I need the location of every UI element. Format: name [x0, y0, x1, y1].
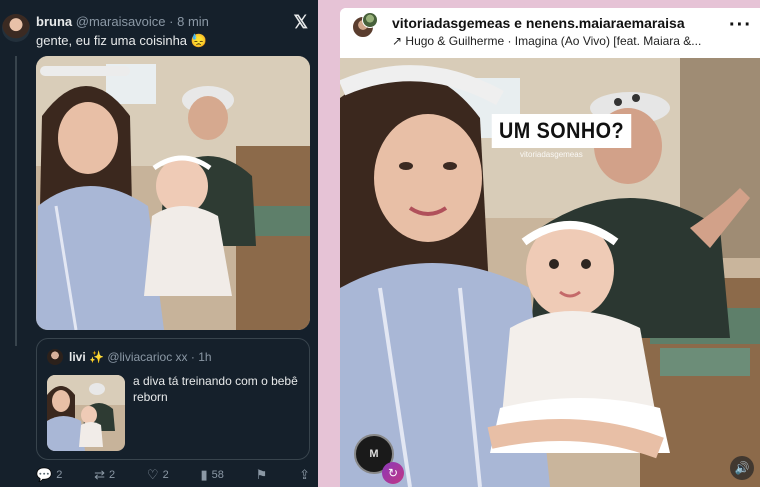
- watermark-text: vitoriadasgemeas: [520, 150, 583, 159]
- like-button[interactable]: ♡ 2: [147, 467, 169, 483]
- quote-thumbnail[interactable]: [47, 375, 125, 451]
- retweet-button[interactable]: ⇄ 2: [94, 467, 115, 483]
- share-icon: ⇪: [299, 467, 310, 482]
- quote-avatar[interactable]: [47, 349, 63, 365]
- remix-icon[interactable]: ↻: [382, 462, 404, 484]
- bookmark-button[interactable]: ⚑: [256, 467, 268, 483]
- question-sticker: UM SONHO?: [491, 114, 632, 148]
- more-dots-icon[interactable]: ···: [729, 14, 752, 37]
- quote-time-separator: ·: [190, 350, 195, 364]
- author-handle[interactable]: @maraisavoice: [76, 14, 166, 29]
- reply-button[interactable]: 💬 2: [36, 467, 62, 483]
- tweet-actions: 💬 2 ⇄ 2 ♡ 2 ▮ 58 ⚑ ⇪: [36, 466, 310, 484]
- speaker-icon[interactable]: 🔊: [730, 456, 754, 480]
- bar-chart-icon: ▮: [200, 467, 208, 482]
- heart-icon: ♡: [146, 467, 159, 482]
- music-track: Hugo & Guilherme · Imagina (Ao Vivo) [fe…: [405, 34, 702, 48]
- time-separator: ·: [169, 14, 174, 29]
- view-count: 58: [211, 469, 224, 481]
- thread-line: [15, 56, 17, 346]
- retweet-count: 2: [109, 469, 116, 481]
- tweet-photo[interactable]: [36, 56, 310, 330]
- like-count: 2: [162, 469, 169, 481]
- views-button[interactable]: ▮ 58: [200, 467, 223, 483]
- retweet-icon: ⇄: [94, 467, 105, 482]
- author-name[interactable]: bruna: [36, 14, 72, 29]
- quoted-tweet[interactable]: livi ✨ @liviacarioc xx · 1h a diva tá tr…: [36, 338, 310, 460]
- quote-text: a diva tá treinando com o bebê reborn: [133, 374, 298, 404]
- share-button[interactable]: ⇪: [299, 467, 310, 483]
- tweet-card: bruna @maraisavoice · 8 min 𝕏 gente, eu …: [0, 0, 318, 487]
- quote-author-name[interactable]: livi: [69, 350, 86, 364]
- quote-header: livi ✨ @liviacarioc xx · 1h: [69, 350, 212, 364]
- music-label[interactable]: ↗ Hugo & Guilherme · Imagina (Ao Vivo) […: [392, 34, 732, 48]
- bookmark-icon: ⚑: [255, 467, 268, 482]
- reply-icon: 💬: [36, 467, 53, 482]
- story-usernames[interactable]: vitoriadasgemeas e nenens.maiaraemaraisa: [392, 15, 685, 31]
- x-logo-icon: 𝕏: [293, 12, 308, 32]
- story-card: vitoriadasgemeas e nenens.maiaraemaraisa…: [340, 8, 760, 487]
- tweet-text: gente, eu fiz uma coisinha 😓: [36, 33, 207, 48]
- arrow-up-right-icon: ↗: [392, 34, 403, 48]
- quote-time[interactable]: 1h: [198, 350, 211, 364]
- avatar[interactable]: [2, 14, 30, 42]
- avatar-secondary[interactable]: [362, 12, 378, 28]
- story-header: vitoriadasgemeas e nenens.maiaraemaraisa…: [340, 8, 760, 58]
- sparkle-icon: ✨: [89, 350, 104, 364]
- tweet-header: bruna @maraisavoice · 8 min: [36, 14, 209, 29]
- reply-count: 2: [56, 469, 63, 481]
- tweet-time[interactable]: 8 min: [177, 14, 209, 29]
- quote-author-handle[interactable]: @liviacarioc xx: [107, 350, 187, 364]
